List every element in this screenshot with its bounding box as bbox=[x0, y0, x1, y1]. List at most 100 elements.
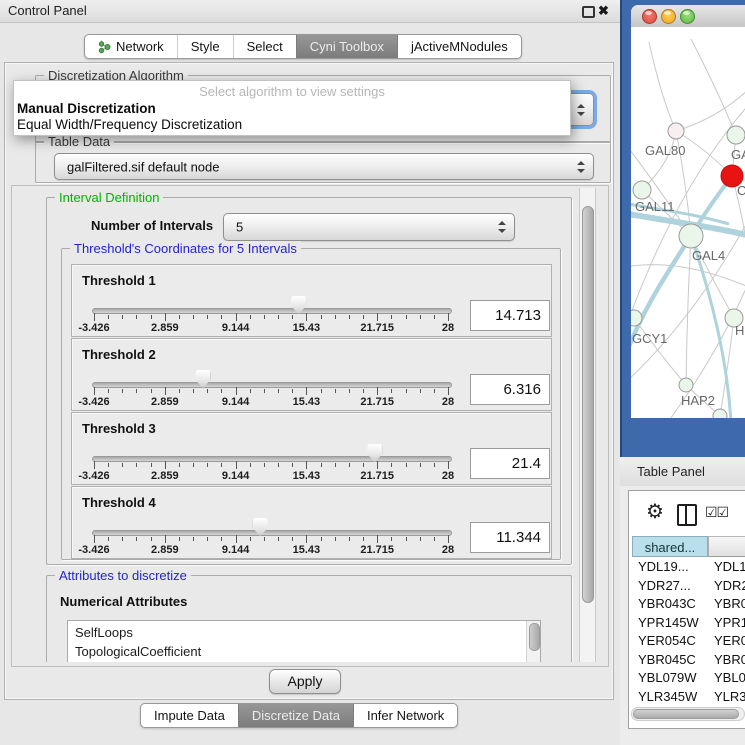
slider-track[interactable] bbox=[92, 456, 452, 462]
network-node-pink[interactable] bbox=[668, 123, 684, 139]
attribute-item-topologicalcoefficient[interactable]: TopologicalCoefficient bbox=[75, 642, 201, 661]
threshold-value-field[interactable]: 6.316 bbox=[470, 374, 550, 405]
network-edge[interactable] bbox=[691, 39, 736, 135]
network-edge[interactable] bbox=[634, 318, 686, 385]
attribute-item-selfloops[interactable]: SelfLoops bbox=[75, 623, 133, 642]
network-canvas[interactable]: GAL80GACGAL11GAL4GCY1HHAP2 bbox=[631, 27, 745, 418]
network-node-green[interactable] bbox=[633, 181, 651, 199]
table-row[interactable]: YER054CYER0 bbox=[632, 631, 745, 650]
tick-mark bbox=[221, 463, 222, 467]
table-row[interactable]: YBR045CYBR0 bbox=[632, 650, 745, 669]
table-row[interactable]: YBL079WYBL0 bbox=[632, 668, 745, 687]
scrollbar-thumb[interactable] bbox=[582, 206, 594, 603]
zoom-traffic-light-icon[interactable] bbox=[680, 9, 695, 24]
gear-icon[interactable]: ⚙ bbox=[646, 499, 664, 525]
attributes-list-scrollbar[interactable] bbox=[526, 621, 540, 662]
scrollbar-thumb[interactable] bbox=[633, 709, 739, 719]
network-edge[interactable] bbox=[720, 318, 734, 416]
slider-track[interactable] bbox=[92, 308, 452, 314]
tick-mark bbox=[136, 389, 137, 393]
tick-label: 15.43 bbox=[280, 322, 332, 334]
tick-mark bbox=[179, 389, 180, 393]
tick-mark bbox=[264, 389, 265, 393]
tick-mark bbox=[363, 463, 364, 467]
cell-shared-name: YLR345W bbox=[638, 687, 697, 706]
network-window: GAL80GACGAL11GAL4GCY1HHAP2 bbox=[620, 0, 745, 457]
tick-mark bbox=[321, 463, 322, 467]
column-header-shared[interactable]: shared... bbox=[632, 536, 708, 557]
tick-mark bbox=[136, 537, 137, 541]
network-edge[interactable] bbox=[649, 42, 676, 131]
tick-mark bbox=[221, 315, 222, 319]
column-header-na[interactable]: na bbox=[708, 536, 745, 557]
table-data-combobox[interactable]: galFiltered.sif default node bbox=[54, 153, 594, 180]
network-node-green[interactable] bbox=[679, 378, 693, 392]
tab-style[interactable]: Style bbox=[177, 35, 233, 58]
thresholds-group-title: Threshold's Coordinates for 5 Intervals bbox=[70, 241, 301, 256]
num-intervals-combobox[interactable]: 5 bbox=[223, 213, 515, 241]
network-node-green[interactable] bbox=[727, 126, 745, 144]
threshold-value-field[interactable]: 11.344 bbox=[470, 522, 550, 553]
screenshot-root: Control Panel ✖ NetworkStyleSelectCyni T… bbox=[0, 0, 745, 745]
close-icon[interactable]: ✖ bbox=[598, 2, 609, 20]
network-node-green[interactable] bbox=[631, 310, 642, 326]
network-edge[interactable] bbox=[642, 131, 676, 190]
tick-mark bbox=[335, 315, 336, 319]
threshold-label: Threshold 4 bbox=[82, 495, 156, 510]
tick-mark bbox=[250, 315, 251, 319]
network-edge[interactable] bbox=[676, 85, 745, 131]
split-column-icon[interactable] bbox=[677, 504, 697, 526]
cell-shared-name: YER054C bbox=[638, 631, 696, 650]
table-row[interactable]: YPR145WYPR1 bbox=[632, 613, 745, 632]
network-node-green[interactable] bbox=[679, 224, 703, 248]
table-row[interactable]: YLR345WYLR3 bbox=[632, 687, 745, 706]
attributes-group: Attributes to discretize Numerical Attri… bbox=[46, 575, 572, 662]
attribute-item-betweennesscentrality[interactable]: BetweennessCentrality bbox=[75, 661, 208, 662]
settings-scrollbar[interactable] bbox=[579, 188, 596, 662]
scrollbar-thumb[interactable] bbox=[529, 623, 540, 651]
tick-mark bbox=[264, 315, 265, 319]
network-node-label: HAP2 bbox=[681, 393, 715, 408]
network-node-label: H bbox=[735, 323, 744, 338]
network-icon bbox=[98, 40, 111, 54]
dropdown-option-equal-width-frequency-discretization[interactable]: Equal Width/Frequency Discretization bbox=[17, 117, 242, 132]
tick-mark bbox=[94, 535, 95, 543]
right-pane: GAL80GACGAL11GAL4GCY1HHAP2 Table Panel ⚙… bbox=[620, 0, 745, 745]
apply-button[interactable]: Apply bbox=[269, 669, 341, 694]
top-tabstrip: NetworkStyleSelectCyni ToolboxjActiveMNo… bbox=[84, 34, 522, 59]
tick-mark bbox=[434, 463, 435, 467]
table-horizontal-scrollbar[interactable] bbox=[631, 707, 745, 721]
table-data-group: Table Data galFiltered.sif default node bbox=[35, 141, 611, 183]
attributes-list[interactable]: SelfLoopsTopologicalCoefficientBetweenne… bbox=[67, 620, 541, 662]
dropdown-option-manual-discretization[interactable]: Manual Discretization bbox=[17, 101, 156, 116]
table-panel-content: ⚙ ☑☑ shared...na YDL19...YDL1YDR27...YDR… bbox=[620, 486, 745, 745]
tick-mark bbox=[335, 463, 336, 467]
tab-network[interactable]: Network bbox=[85, 35, 177, 58]
slider-track[interactable] bbox=[92, 530, 452, 536]
network-edge[interactable] bbox=[631, 265, 745, 289]
minimize-traffic-light-icon[interactable] bbox=[661, 9, 676, 24]
tab-cyni-toolbox[interactable]: Cyni Toolbox bbox=[296, 35, 397, 58]
table-row[interactable]: YDR27...YDR2 bbox=[632, 576, 745, 595]
tab-jactivemnodules[interactable]: jActiveMNodules bbox=[397, 35, 521, 58]
tick-mark bbox=[434, 315, 435, 319]
float-window-icon[interactable] bbox=[582, 6, 595, 18]
tab-discretize-data[interactable]: Discretize Data bbox=[238, 704, 353, 727]
tick-mark bbox=[306, 313, 307, 321]
network-node-label: GAL4 bbox=[692, 248, 725, 263]
tick-label: 28 bbox=[422, 470, 474, 482]
network-node-green[interactable] bbox=[713, 409, 727, 418]
table-row[interactable]: YBR043CYBR0 bbox=[632, 594, 745, 613]
tab-select[interactable]: Select bbox=[233, 35, 296, 58]
tab-label: Impute Data bbox=[154, 704, 225, 727]
tab-impute-data[interactable]: Impute Data bbox=[141, 704, 238, 727]
tick-mark bbox=[363, 537, 364, 541]
select-columns-checkboxes-icon[interactable]: ☑☑ bbox=[705, 504, 728, 521]
slider-track[interactable] bbox=[92, 382, 452, 388]
threshold-value-field[interactable]: 14.713 bbox=[470, 300, 550, 331]
table-row[interactable]: YDL19...YDL1 bbox=[632, 557, 745, 576]
tab-infer-network[interactable]: Infer Network bbox=[353, 704, 457, 727]
network-edge-highlighted[interactable] bbox=[691, 236, 731, 418]
threshold-value-field[interactable]: 21.4 bbox=[470, 448, 550, 479]
close-traffic-light-icon[interactable] bbox=[642, 9, 657, 24]
